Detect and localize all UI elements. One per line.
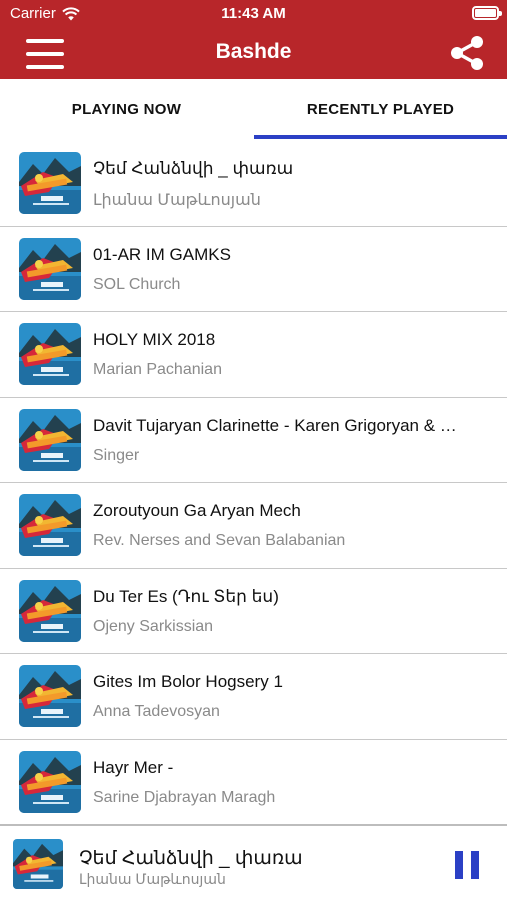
track-row[interactable]: Gites Im Bolor Hogsery 1 Anna Tadevosyan <box>0 654 507 740</box>
app-header: Carrier 11:43 AM Bashde <box>0 0 507 79</box>
track-artwork <box>19 750 81 813</box>
status-time: 11:43 AM <box>221 5 286 22</box>
pause-icon[interactable] <box>455 851 479 879</box>
track-title: Hayr Mer - <box>93 757 174 777</box>
track-artist: Anna Tadevosyan <box>93 703 220 720</box>
track-artwork <box>19 152 81 214</box>
page-title: Bashde <box>215 40 292 63</box>
track-artwork <box>19 408 81 471</box>
track-artist: Լիանա Մաթևոսյան <box>93 192 261 209</box>
track-title: Gites Im Bolor Hogsery 1 <box>93 672 283 691</box>
battery-icon <box>472 6 502 20</box>
track-row[interactable]: Du Ter Es (Դու Տեր ես) Ojeny Sarkissian <box>0 569 507 654</box>
track-artwork <box>19 494 81 556</box>
tab-bar: PLAYING NOW RECENTLY PLAYED <box>0 79 507 140</box>
track-artist: Sarine Djabrayan Maragh <box>93 788 276 806</box>
active-tab-indicator <box>254 135 507 139</box>
track-row[interactable]: Չեմ Հանձնվի _ փառա Լիանա Մաթևոսյան <box>0 141 507 227</box>
track-artwork <box>19 665 81 727</box>
track-artist: Marian Pachanian <box>93 361 222 378</box>
track-artist: Ojeny Sarkissian <box>93 617 214 635</box>
track-row[interactable]: HOLY MIX 2018 Marian Pachanian <box>0 312 507 398</box>
now-playing-title: Չեմ Հանձնվի _ փառա <box>79 848 303 869</box>
track-title: Չեմ Հանձնվի _ փառա <box>93 159 294 178</box>
track-artwork <box>19 237 81 300</box>
nav-bar: Bashde <box>0 28 507 79</box>
track-title: Davit Tujaryan Clarinette - Karen Grigor… <box>93 415 463 435</box>
now-playing-artwork <box>13 839 63 889</box>
track-title: 01-AR IM GAMKS <box>93 244 231 264</box>
track-artist: SOL Church <box>93 275 181 293</box>
track-artist: Rev. Nerses and Sevan Balabanian <box>93 532 346 549</box>
track-title: Du Ter Es (Դու Տեր ես) <box>93 586 279 606</box>
tab-recently-played[interactable]: RECENTLY PLAYED <box>254 79 507 140</box>
track-row[interactable]: Davit Tujaryan Clarinette - Karen Grigor… <box>0 398 507 483</box>
now-playing-bar[interactable]: Չեմ Հանձնվի _ փառա Լիանա Մաթևոսյան <box>0 824 507 900</box>
tab-playing-now[interactable]: PLAYING NOW <box>0 79 253 140</box>
track-artwork <box>19 579 81 642</box>
track-row[interactable]: Zoroutyoun Ga Aryan Mech Rev. Nerses and … <box>0 483 507 569</box>
track-list: Չեմ Հանձնվի _ փառա Լիանա Մաթևոսյան 01-AR … <box>0 141 507 825</box>
track-title: HOLY MIX 2018 <box>93 330 216 349</box>
track-artist: Singer <box>93 446 140 464</box>
track-row[interactable]: Hayr Mer - Sarine Djabrayan Maragh <box>0 740 507 826</box>
now-playing-artist: Լիանա Մաթևոսյան <box>79 871 226 887</box>
track-title: Zoroutyoun Ga Aryan Mech <box>93 501 301 520</box>
track-artwork <box>19 323 81 385</box>
track-row[interactable]: 01-AR IM GAMKS SOL Church <box>0 227 507 312</box>
share-icon[interactable] <box>448 34 486 72</box>
status-bar: Carrier 11:43 AM <box>0 0 507 28</box>
